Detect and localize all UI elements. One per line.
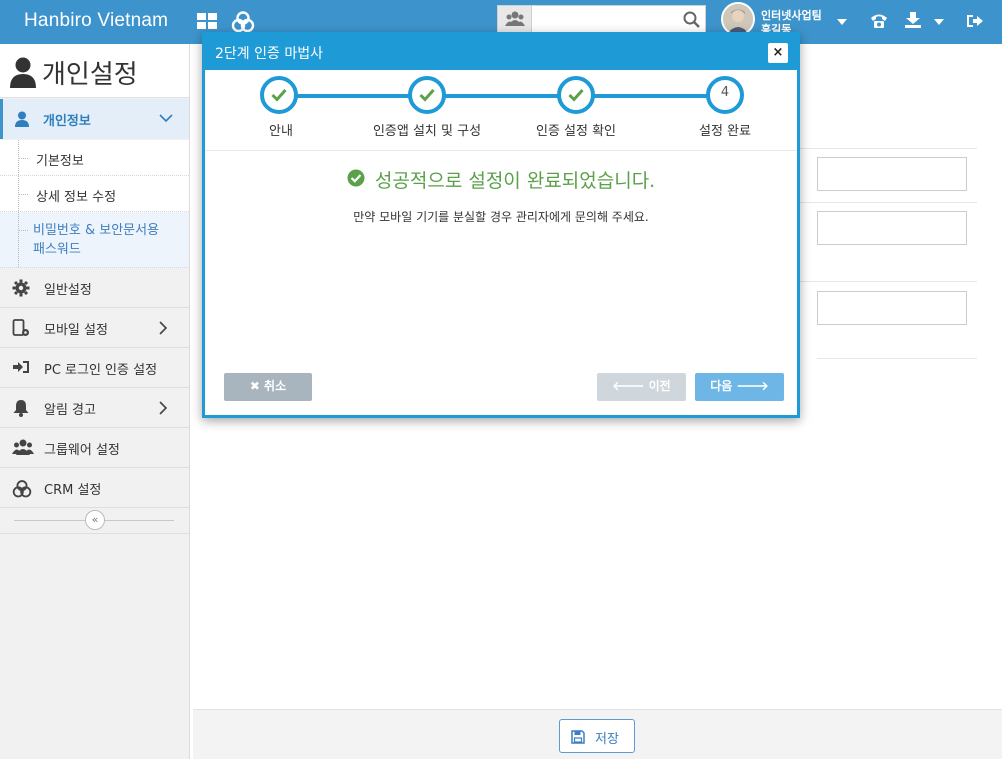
sidebar-item-label: 그룹웨어 설정 <box>44 443 120 458</box>
floppy-icon <box>571 730 585 744</box>
search-box <box>497 5 706 34</box>
modal-title: 2단계 인증 마법사 <box>215 46 323 62</box>
sign-in-icon <box>12 359 30 379</box>
brand-name[interactable]: Hanbiro Vietnam <box>24 10 168 32</box>
form-field[interactable] <box>817 291 967 325</box>
logout-icon[interactable] <box>966 13 988 35</box>
user-icon <box>15 111 29 131</box>
sidebar-item-general-settings[interactable]: 일반설정 <box>0 268 189 308</box>
save-button[interactable]: 저장 <box>559 719 635 753</box>
search-icon[interactable] <box>683 11 701 33</box>
success-message-row: 성공적으로 설정이 완료되었습니다. <box>205 166 797 192</box>
users-icon <box>505 11 525 26</box>
user-icon <box>9 56 37 92</box>
step-3-label: 인증 설정 확인 <box>535 124 617 139</box>
step-2-label: 인증앱 설치 및 구성 <box>372 124 482 139</box>
gear-icon <box>12 279 30 301</box>
chevron-right-icon <box>158 321 168 339</box>
sidebar-subitem-basic-info[interactable]: 기본정보 <box>0 140 189 176</box>
apps-grid-icon[interactable] <box>196 11 218 33</box>
sidebar-item-notification-alert[interactable]: 알림 경고 <box>0 388 189 428</box>
personal-info-submenu: 기본정보 상세 정보 수정 비밀번호 & 보안문서용 패스워드 <box>0 140 189 268</box>
sidebar-item-groupware-settings[interactable]: 그룹웨어 설정 <box>0 428 189 468</box>
crm-logo-icon[interactable] <box>231 10 255 33</box>
step-progress-line <box>281 94 727 98</box>
download-caret-icon[interactable] <box>934 19 944 25</box>
step-3-circle[interactable] <box>557 76 595 114</box>
sidebar-item-pc-login-auth[interactable]: PC 로그인 인증 설정 <box>0 348 189 388</box>
sidebar-collapse-row: « <box>0 506 189 534</box>
two-factor-wizard-modal: 2단계 인증 마법사 × 안내 인증앱 설치 및 구성 인증 설정 확인 4 설… <box>202 32 800 418</box>
save-label: 저장 <box>595 732 619 747</box>
sidebar-item-mobile-settings[interactable]: 모바일 설정 <box>0 308 189 348</box>
sidebar-subitem-label: 기본정보 <box>36 154 84 169</box>
success-message: 성공적으로 설정이 완료되었습니다. <box>374 170 656 192</box>
modal-header: 2단계 인증 마법사 × <box>205 35 797 70</box>
check-icon <box>568 88 584 102</box>
sidebar-item-label: 모바일 설정 <box>44 323 108 338</box>
user-menu-caret-icon[interactable] <box>837 19 847 25</box>
sidebar-item-label: 알림 경고 <box>44 403 96 418</box>
sidebar-subitem-password[interactable]: 비밀번호 & 보안문서용 패스워드 <box>0 212 189 268</box>
sidebar-item-label: CRM 설정 <box>44 483 102 498</box>
users-icon <box>12 439 34 459</box>
previous-button[interactable]: 🡐 이전 <box>597 373 686 401</box>
sidebar-item-label: 일반설정 <box>44 283 92 298</box>
sidebar-item-personal-info[interactable]: 개인정보 <box>0 99 189 139</box>
check-icon <box>271 88 287 102</box>
sidebar-subitem-label: 상세 정보 수정 <box>36 190 117 205</box>
cancel-button[interactable]: ✖ 취소 <box>224 373 312 401</box>
form-field[interactable] <box>817 211 967 245</box>
step-1-label: 안내 <box>269 124 293 139</box>
step-4-label: 설정 완료 <box>699 124 751 139</box>
modal-description: 만약 모바일 기기를 분실할 경우 관리자에게 문의해 주세요. <box>353 210 649 224</box>
next-button[interactable]: 다음 🡒 <box>695 373 784 401</box>
page-header: 개인설정 <box>0 44 189 98</box>
sidebar-item-label: PC 로그인 인증 설정 <box>44 363 158 378</box>
sidebar: 개인설정 개인정보 기본정보 상세 정보 수정 비밀번호 & 보안문서용 패스워… <box>0 44 190 759</box>
step-2-circle[interactable] <box>408 76 446 114</box>
avatar[interactable] <box>721 2 755 36</box>
sidebar-item-crm-settings[interactable]: CRM 설정 <box>0 468 189 508</box>
sidebar-item-label: 개인정보 <box>43 114 91 129</box>
page-title: 개인설정 <box>42 60 138 90</box>
check-circle-icon <box>347 169 365 191</box>
close-button[interactable]: × <box>768 43 788 63</box>
step-1-circle[interactable] <box>260 76 298 114</box>
chevron-right-icon <box>158 401 168 419</box>
download-icon[interactable] <box>904 11 926 33</box>
wizard-steps: 안내 인증앱 설치 및 구성 인증 설정 확인 4 설정 완료 <box>205 70 797 151</box>
sidebar-subitem-detail-edit[interactable]: 상세 정보 수정 <box>0 176 189 212</box>
check-icon <box>419 88 435 102</box>
org-chart-button[interactable] <box>498 6 532 33</box>
mobile-settings-icon <box>12 319 30 341</box>
step-4-circle[interactable]: 4 <box>706 76 744 114</box>
footer-bar: 저장 <box>193 709 1002 759</box>
step-4-number: 4 <box>720 85 730 100</box>
crm-icon <box>12 479 32 503</box>
form-field[interactable] <box>817 157 967 191</box>
sidebar-subitem-label: 비밀번호 & 보안문서용 패스워드 <box>33 223 160 257</box>
search-input[interactable] <box>534 7 674 32</box>
bell-icon <box>12 399 30 421</box>
chevron-down-icon <box>159 112 173 127</box>
collapse-sidebar-button[interactable]: « <box>85 510 105 530</box>
phone-icon[interactable] <box>869 12 891 34</box>
